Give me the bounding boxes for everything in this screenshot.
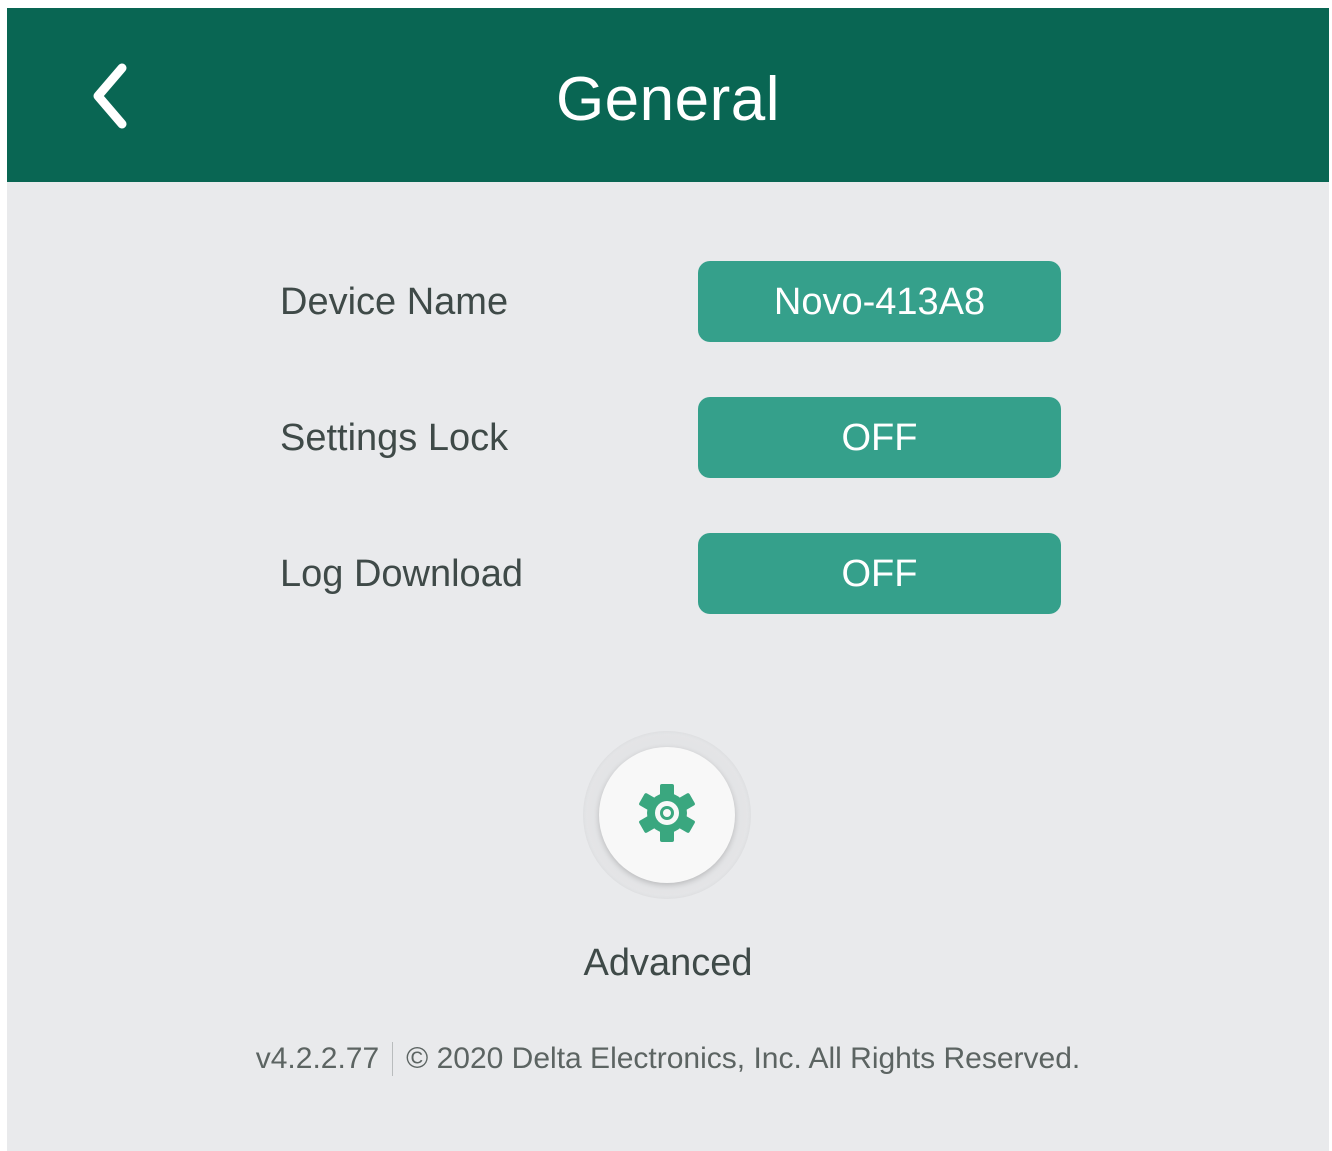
- device-name-label: Device Name: [280, 281, 509, 323]
- setting-row-log-download: Log Download OFF: [7, 533, 1329, 615]
- log-download-toggle[interactable]: OFF: [698, 533, 1061, 614]
- advanced-label: Advanced: [583, 942, 753, 984]
- chevron-left-icon: [82, 56, 142, 141]
- page-title: General: [555, 65, 781, 134]
- settings-lock-label: Settings Lock: [280, 417, 509, 459]
- advanced-button[interactable]: [583, 731, 751, 899]
- setting-row-settings-lock: Settings Lock OFF: [7, 397, 1329, 479]
- advanced-button-face: [599, 747, 735, 883]
- footer: v4.2.2.77 © 2020 Delta Electronics, Inc.…: [7, 1036, 1329, 1082]
- version-text: v4.2.2.77: [255, 1042, 380, 1075]
- back-button[interactable]: [67, 48, 157, 148]
- app-header: General: [7, 8, 1329, 182]
- setting-row-device-name: Device Name Novo-413A8: [7, 261, 1329, 343]
- device-name-button[interactable]: Novo-413A8: [698, 261, 1061, 342]
- copyright-text: © 2020 Delta Electronics, Inc. All Right…: [406, 1042, 1081, 1075]
- gear-icon: [634, 780, 700, 851]
- general-screen: General Device Name Novo-413A8 Settings …: [7, 8, 1329, 1151]
- settings-lock-toggle[interactable]: OFF: [698, 397, 1061, 478]
- log-download-label: Log Download: [280, 553, 523, 595]
- footer-divider: [392, 1042, 394, 1076]
